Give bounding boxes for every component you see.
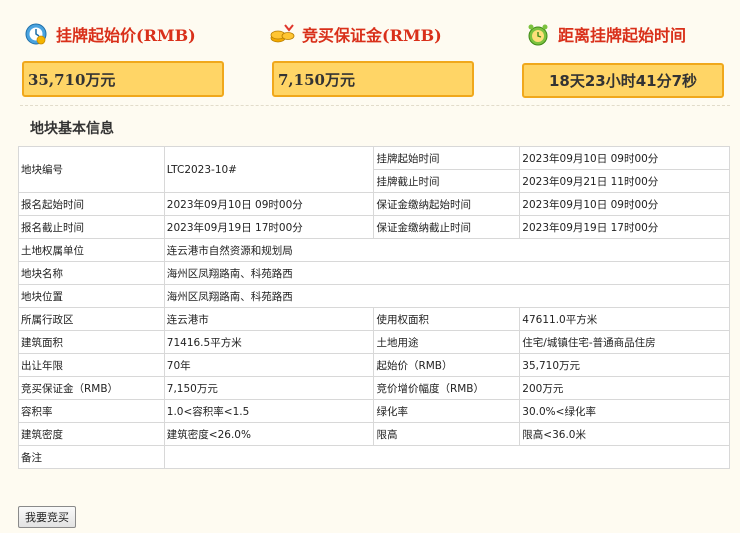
use-area-label: 使用权面积: [373, 307, 521, 331]
deposit-end-value: 2023年09月19日 17时00分: [519, 215, 730, 239]
build-area-value: 71416.5平方米: [163, 330, 375, 354]
density-label: 建筑密度: [18, 422, 165, 446]
location-label: 地块位置: [18, 284, 165, 308]
parcel-no-label: 地块编号: [18, 146, 165, 193]
bid-button[interactable]: 我要竞买: [18, 506, 76, 528]
listing-start-value: 2023年09月10日 09时00分: [519, 146, 730, 170]
start-price-value-cell: 35,710万元: [519, 353, 730, 377]
owner-value: 连云港市自然资源和规划局: [163, 238, 731, 262]
table-row: 出让年限 70年 起始价（RMB） 35,710万元: [18, 353, 730, 377]
countdown-header: 距离挂牌起始时间: [526, 22, 686, 46]
term-label: 出让年限: [18, 353, 165, 377]
table-row: 备注: [18, 445, 731, 469]
name-label: 地块名称: [18, 261, 165, 285]
term-value: 70年: [163, 353, 375, 377]
start-price-header: 挂牌起始价(RMB): [24, 22, 196, 46]
height-label: 限高: [373, 422, 521, 446]
reg-end-label: 报名截止时间: [18, 215, 165, 239]
deposit-label: 竞买保证金(RMB): [302, 26, 442, 45]
remark-label: 备注: [18, 445, 165, 469]
deposit-header: 竞买保证金(RMB): [270, 22, 442, 46]
land-use-label: 土地用途: [373, 330, 521, 354]
table-row: 地块位置 海州区凤翔路南、科苑路西: [18, 284, 731, 308]
listing-start-label: 挂牌起始时间: [373, 146, 521, 170]
deposit-value-cell: 7,150万元: [163, 376, 375, 400]
green-label: 绿化率: [373, 399, 521, 423]
deposit-value: 7,150万元: [272, 61, 474, 97]
location-value: 海州区凤翔路南、科苑路西: [163, 284, 731, 308]
table-row: 报名截止时间 2023年09月19日 17时00分 保证金缴纳截止时间 2023…: [18, 215, 730, 239]
height-value: 限高<36.0米: [519, 422, 730, 446]
increment-label: 竞价增价幅度（RMB）: [373, 376, 521, 400]
summary-bar: 挂牌起始价(RMB) 35,710万元 竞买保证金(RMB) 7,150万元 距…: [0, 0, 740, 108]
parcel-info-table: 地块编号 LTC2023-10# 挂牌起始时间 2023年09月10日 09时0…: [18, 146, 731, 469]
table-row: 土地权属单位 连云港市自然资源和规划局: [18, 238, 731, 262]
countdown-label: 距离挂牌起始时间: [558, 26, 687, 45]
remark-value: [163, 445, 731, 469]
name-value: 海州区凤翔路南、科苑路西: [163, 261, 731, 285]
start-price-label: 挂牌起始价(RMB): [56, 26, 196, 45]
use-area-value: 47611.0平方米: [519, 307, 730, 331]
far-label: 容积率: [18, 399, 165, 423]
build-area-label: 建筑面积: [18, 330, 165, 354]
listing-end-value: 2023年09月21日 11时00分: [519, 169, 730, 193]
start-price-value: 35,710万元: [22, 61, 224, 97]
table-row: 竞买保证金（RMB） 7,150万元 竞价增价幅度（RMB） 200万元: [18, 376, 730, 400]
parcel-no-value: LTC2023-10#: [163, 146, 375, 193]
table-row: 建筑面积 71416.5平方米 土地用途 住宅/城镇住宅-普通商品住房: [18, 330, 730, 354]
owner-label: 土地权属单位: [18, 238, 165, 262]
increment-value: 200万元: [519, 376, 730, 400]
district-label: 所属行政区: [18, 307, 165, 331]
table-row: 地块名称 海州区凤翔路南、科苑路西: [18, 261, 731, 285]
deposit-end-label: 保证金缴纳截止时间: [373, 215, 521, 239]
deposit-label-cell: 竞买保证金（RMB）: [18, 376, 165, 400]
section-title: 地块基本信息: [30, 121, 114, 137]
green-value: 30.0%<绿化率: [519, 399, 730, 423]
table-row: 所属行政区 连云港市 使用权面积 47611.0平方米: [18, 307, 730, 331]
district-value: 连云港市: [163, 307, 375, 331]
reg-end-value: 2023年09月19日 17时00分: [163, 215, 375, 239]
table-row: 报名起始时间 2023年09月10日 09时00分 保证金缴纳起始时间 2023…: [18, 192, 730, 216]
density-value: 建筑密度<26.0%: [163, 422, 375, 446]
start-price-label-cell: 起始价（RMB）: [373, 353, 521, 377]
listing-end-label: 挂牌截止时间: [373, 169, 521, 193]
coins-icon: [270, 23, 296, 45]
countdown-value: 18天23小时41分7秒: [522, 63, 724, 98]
table-row: 地块编号 LTC2023-10# 挂牌起始时间 2023年09月10日 09时0…: [18, 146, 730, 193]
deposit-start-value: 2023年09月10日 09时00分: [519, 192, 730, 216]
reg-start-label: 报名起始时间: [18, 192, 165, 216]
money-clock-icon: [24, 23, 50, 45]
reg-start-value: 2023年09月10日 09时00分: [163, 192, 375, 216]
deposit-start-label: 保证金缴纳起始时间: [373, 192, 521, 216]
table-row: 建筑密度 建筑密度<26.0% 限高 限高<36.0米: [18, 422, 730, 446]
table-row: 容积率 1.0<容积率<1.5 绿化率 30.0%<绿化率: [18, 399, 730, 423]
far-value: 1.0<容积率<1.5: [163, 399, 375, 423]
land-use-value: 住宅/城镇住宅-普通商品住房: [519, 330, 730, 354]
alarm-clock-icon: [526, 23, 552, 46]
divider: [20, 105, 730, 106]
